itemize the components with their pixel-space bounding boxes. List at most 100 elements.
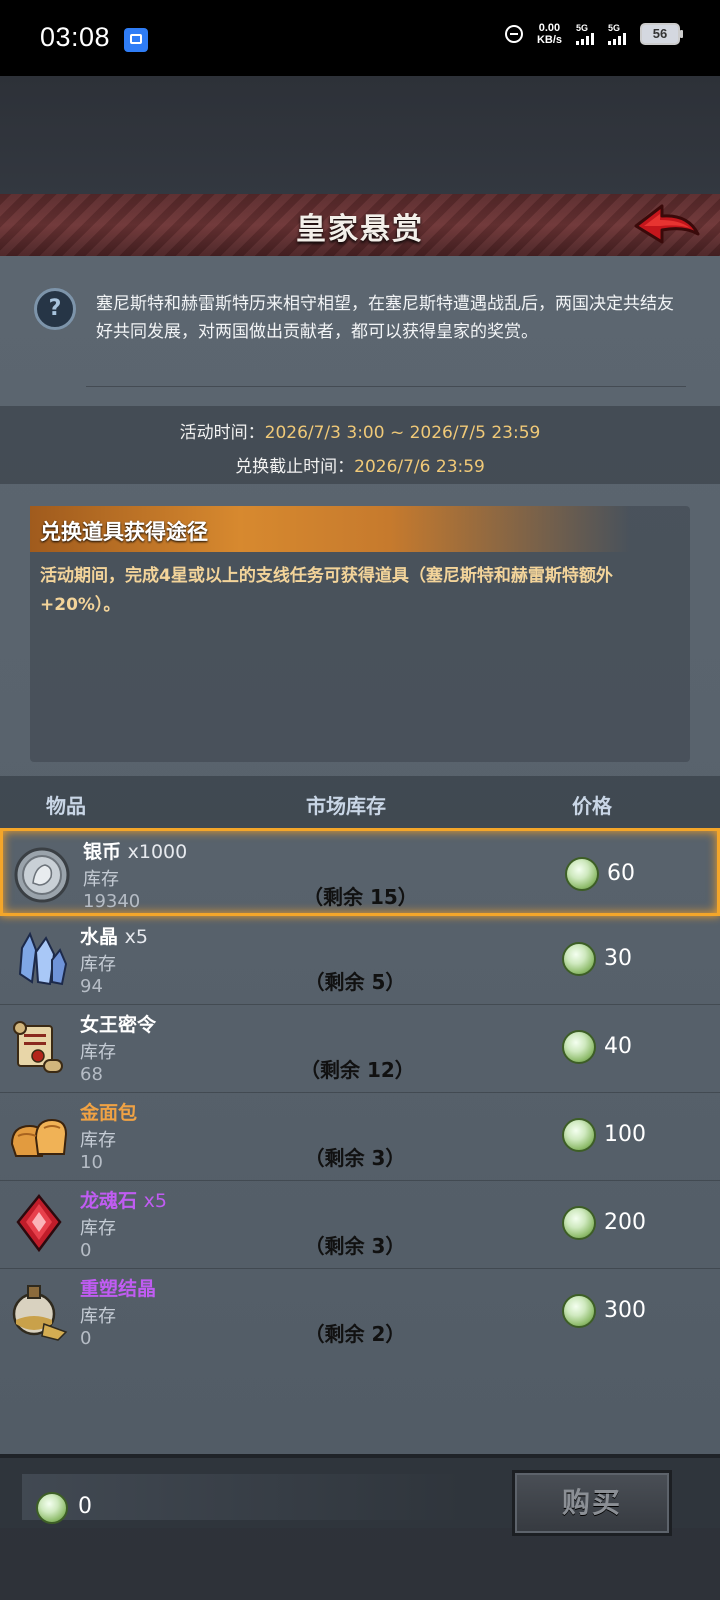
red-gem-icon [16,1194,62,1253]
item-name-text: 银币 [83,841,122,863]
col-item: 物品 [46,794,86,818]
market-remaining: （剩余 2） [304,1322,406,1346]
item-name: 女王密令 [80,1010,156,1037]
deadline-value: 2026/7/6 23:59 [354,457,485,477]
item-list[interactable]: 银币 x1000 库存 19340 （剩余 15） 60 水晶 x5 库存 94… [0,828,720,1350]
signal-sim1-label: 5G [576,23,589,33]
help-icon[interactable]: ? [34,288,76,330]
bounty-coin-icon [562,942,596,976]
route-text: 活动期间，完成4星或以上的支线任务可获得道具（塞尼斯特和赫雷斯特额外+20%）。 [40,566,613,615]
stock-value: 0 [80,1240,92,1261]
stock-label: 库存 [83,869,119,890]
status-indicators: 0.00 KB/s 5G 5G 56 [504,22,683,46]
signal-sim2: 5G [608,23,626,45]
route-title: 兑换道具获得途径 [40,520,208,544]
network-speed-value: 0.00 [538,22,561,34]
item-qty: x5 [124,926,148,948]
price-value: 200 [604,1210,646,1235]
item-row-golden-bread[interactable]: 金面包 库存 10 （剩余 3） 100 [0,1092,720,1181]
event-time-row: 活动时间：2026/7/3 3:00 ~ 2026/7/5 23:59 [0,418,720,443]
price-value: 30 [604,946,632,971]
description-text: 塞尼斯特和赫雷斯特历来相守相望，在塞尼斯特遭遇战乱后，两国决定共结友好共同发展，… [96,294,674,342]
item-name: 银币 x1000 [83,837,187,864]
event-time-label: 活动时间： [179,423,265,443]
deadline-label: 兑换截止时间： [235,457,355,477]
game-screen: 皇家悬赏 ? 塞尼斯特和赫雷斯特历来相守相望，在塞尼斯特遭遇战乱后，两国决定共结… [0,76,720,1600]
silver-coin-icon [14,847,70,903]
network-speed-unit: KB/s [536,34,562,46]
price-value: 40 [604,1034,632,1059]
bounty-coin-icon [562,1206,596,1240]
signal-sim2-label: 5G [608,23,621,33]
bounty-coin-icon [562,1294,596,1328]
signal-bars-icon [576,33,594,45]
event-time-box: 活动时间：2026/7/3 3:00 ~ 2026/7/5 23:59 兑换截止… [0,406,720,484]
market-remaining: （剩余 5） [304,970,406,994]
bounty-coin-icon [562,1118,596,1152]
item-name-text: 水晶 [80,926,119,948]
item-name: 龙魂石 x5 [80,1186,167,1213]
stock-label: 库存 [80,1042,116,1063]
buy-button[interactable]: 购买 [512,1470,672,1536]
bread-icon [10,1118,68,1157]
route-header: 兑换道具获得途径 [30,506,630,552]
battery-icon: 56 [640,23,683,45]
item-name-text: 重塑结晶 [80,1278,157,1300]
market-remaining: （剩余 15） [303,885,418,909]
item-row-queen-decree[interactable]: 女王密令 库存 68 （剩余 12） 40 [0,1004,720,1093]
market-remaining: （剩余 3） [304,1234,406,1258]
balance-value: 0 [78,1494,92,1519]
divider [86,386,686,387]
col-price: 价格 [572,794,612,818]
stock-label: 库存 [80,954,116,975]
item-row-dragon-soul-stone[interactable]: 龙魂石 x5 库存 0 （剩余 3） 200 [0,1180,720,1269]
price-value: 300 [604,1298,646,1323]
item-name: 水晶 x5 [80,922,148,949]
stock-value: 94 [80,976,103,997]
page-title: 皇家悬赏 [296,212,424,247]
network-speed: 0.00 KB/s [537,22,562,46]
stock-value: 0 [80,1328,92,1349]
bounty-panel: ? 塞尼斯特和赫雷斯特历来相守相望，在塞尼斯特遭遇战乱后，两国决定共结友好共同发… [0,256,720,1454]
price-value: 60 [607,861,635,886]
market-remaining: （剩余 12） [300,1058,415,1082]
item-qty: x5 [143,1190,167,1212]
crystal-icon [18,931,68,986]
description-section: ? 塞尼斯特和赫雷斯特历来相守相望，在塞尼斯特遭遇战乱后，两国决定共结友好共同发… [30,276,690,386]
stock-label: 库存 [80,1130,116,1151]
price-value: 100 [604,1122,646,1147]
table-header: 物品 市场库存 价格 [0,776,720,828]
bounty-coin-icon [562,1030,596,1064]
col-market-stock: 市场库存 [306,794,386,818]
stock-label: 库存 [80,1218,116,1239]
item-name: 重塑结晶 [80,1274,156,1301]
item-qty: x1000 [127,841,188,863]
market-remaining: （剩余 3） [304,1146,406,1170]
bounty-coin-icon [36,1492,68,1524]
item-row-silver-coin[interactable]: 银币 x1000 库存 19340 （剩余 15） 60 [0,828,720,916]
stock-label: 库存 [80,1306,116,1327]
status-bar: 03:08 0.00 KB/s 5G 5G 56 [0,0,720,76]
acquisition-route-box: 兑换道具获得途径 活动期间，完成4星或以上的支线任务可获得道具（塞尼斯特和赫雷斯… [30,506,690,762]
status-time: 03:08 [40,22,111,52]
stock-value: 68 [80,1064,103,1085]
app-notification-icon [124,28,148,52]
event-time-value: 2026/7/3 3:00 ~ 2026/7/5 23:59 [264,423,541,443]
scroll-icon [13,1021,63,1073]
item-row-reshaping-crystal[interactable]: 重塑结晶 库存 0 （剩余 2） 300 [0,1268,720,1350]
item-name-text: 金面包 [80,1102,138,1124]
item-name: 金面包 [80,1098,137,1125]
item-name-text: 女王密令 [80,1014,157,1036]
item-name-text: 龙魂石 [80,1190,138,1212]
item-row-crystal[interactable]: 水晶 x5 库存 94 （剩余 5） 30 [0,916,720,1005]
bounty-coin-icon [565,857,599,891]
signal-sim1: 5G [576,23,594,45]
deadline-row: 兑换截止时间：2026/7/6 23:59 [0,452,720,477]
stock-value: 10 [80,1152,103,1173]
back-arrow-icon[interactable] [632,200,702,250]
signal-bars-icon [608,33,626,45]
do-not-disturb-icon [504,25,523,43]
potion-flask-icon [12,1285,68,1341]
title-bar: 皇家悬赏 [0,194,720,259]
stock-value: 19340 [83,891,141,912]
